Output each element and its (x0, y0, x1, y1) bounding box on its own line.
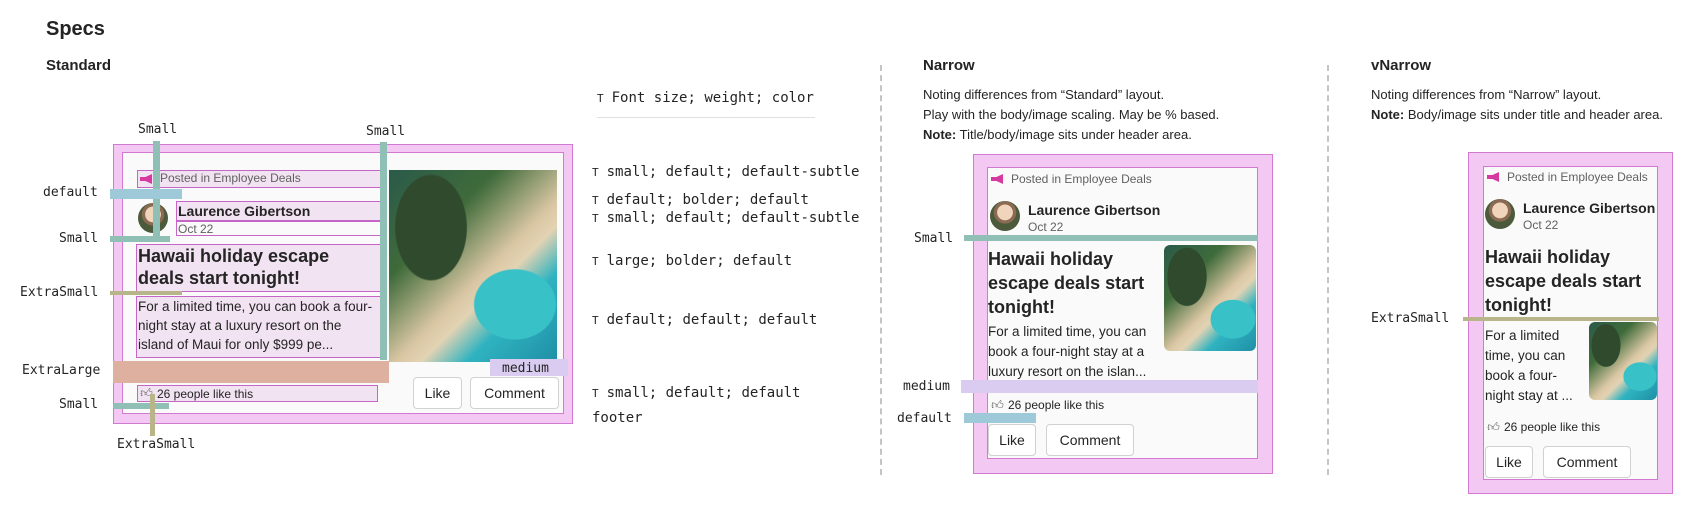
label-small-top-left: Small (138, 122, 178, 137)
spacer-default (964, 413, 1036, 423)
post-body: For a limited time, you can book a four-… (138, 299, 373, 352)
thumbs-up-icon: 👍︎ (1487, 420, 1500, 434)
avatar (990, 201, 1020, 231)
author-name: Laurence Gibertson (1523, 200, 1656, 216)
page-title: Specs (46, 18, 105, 40)
label-extrasmall-bottom: ExtraSmall (117, 437, 196, 452)
narrow-heading: Narrow (923, 57, 975, 74)
narrow-note-3: Note: Title/body/image sits under header… (923, 127, 1192, 142)
post-image (1164, 245, 1256, 351)
author-name: Laurence Gibertson (178, 203, 311, 219)
divider-narrow-vnarrow (1327, 65, 1329, 475)
post-body: For a limited time, you can book a four-… (1485, 328, 1573, 403)
spec-likes: Tsmall; default; default (592, 385, 801, 401)
vnarrow-note-1: Noting differences from “Narrow” layout. (1371, 87, 1602, 102)
post-title: Hawaii holiday escape deals start tonigh… (1485, 247, 1642, 315)
narrow-note-2: Play with the body/image scaling. May be… (923, 107, 1220, 122)
spec-divider (597, 117, 815, 118)
likes-count: 26 people like this (157, 387, 254, 401)
post-image (389, 170, 557, 362)
label-default: default (897, 411, 952, 426)
label-extrasmall: ExtraSmall (20, 285, 99, 300)
posted-in-label: Posted in Employee Deals (160, 171, 301, 185)
post-date: Oct 22 (178, 222, 214, 236)
spec-legend: T Font size; weight; color (597, 90, 814, 106)
narrow-note-1: Noting differences from “Standard” layou… (923, 87, 1165, 102)
spacer-medium (961, 380, 1258, 393)
like-button[interactable]: Like (988, 424, 1036, 456)
like-button[interactable]: Like (413, 377, 462, 409)
posted-in-label: Posted in Employee Deals (1507, 170, 1648, 184)
spacer-small (110, 236, 170, 242)
label-small: Small (914, 231, 954, 246)
posted-in-label: Posted in Employee Deals (1011, 172, 1152, 186)
comment-button[interactable]: Comment (1543, 446, 1631, 478)
label-extrasmall: ExtraSmall (1371, 311, 1450, 326)
label-small-top-right: Small (366, 124, 406, 139)
spec-date: Tsmall; default; default-subtle (592, 210, 860, 226)
spec-body: Tdefault; default; default (592, 312, 818, 328)
label-small-mid: Small (59, 231, 99, 246)
label-medium: medium (903, 379, 950, 394)
label-extralarge: ExtraLarge (22, 363, 101, 378)
post-image (1589, 322, 1657, 400)
post-date: Oct 22 (1028, 220, 1064, 234)
divider-standard-narrow (880, 65, 882, 475)
spacer-default (110, 189, 182, 199)
label-default: default (43, 185, 98, 200)
likes-count: 26 people like this (1504, 420, 1601, 434)
spacer-extralarge (113, 361, 389, 383)
post-title: Hawaii holiday escape deals start tonigh… (988, 249, 1145, 317)
post-body: For a limited time, you can book a four-… (988, 324, 1147, 379)
spec-author: Tdefault; bolder; default (592, 192, 809, 208)
spacer-extrasmall-bottom (150, 394, 155, 436)
spec-footer: footer (592, 410, 643, 426)
comment-button[interactable]: Comment (470, 377, 559, 409)
like-button[interactable]: Like (1485, 446, 1533, 478)
thumbs-up-icon: 👍︎ (991, 398, 1004, 412)
spacer-small-vertical-image (380, 142, 387, 360)
standard-heading: Standard (46, 57, 112, 74)
label-small-bottom: Small (59, 397, 99, 412)
vnarrow-note-2: Note: Body/image sits under title and he… (1371, 107, 1663, 122)
post-title: Hawaii holiday escape deals start tonigh… (138, 246, 330, 288)
author-name: Laurence Gibertson (1028, 202, 1161, 218)
likes-count: 26 people like this (1008, 398, 1105, 412)
avatar (1485, 199, 1515, 229)
post-date: Oct 22 (1523, 218, 1559, 232)
spec-title: Tlarge; bolder; default (592, 253, 793, 269)
spacer-extrasmall (110, 291, 182, 295)
spacer-small (964, 235, 1258, 241)
text-style-icon: T (597, 92, 604, 105)
vnarrow-heading: vNarrow (1371, 57, 1432, 74)
label-medium: medium (502, 361, 549, 376)
spacer-small-bottom (113, 403, 169, 409)
comment-button[interactable]: Comment (1046, 424, 1134, 456)
spacer-extrasmall (1463, 317, 1659, 321)
spec-header: Tsmall; default; default-subtle (592, 164, 860, 180)
